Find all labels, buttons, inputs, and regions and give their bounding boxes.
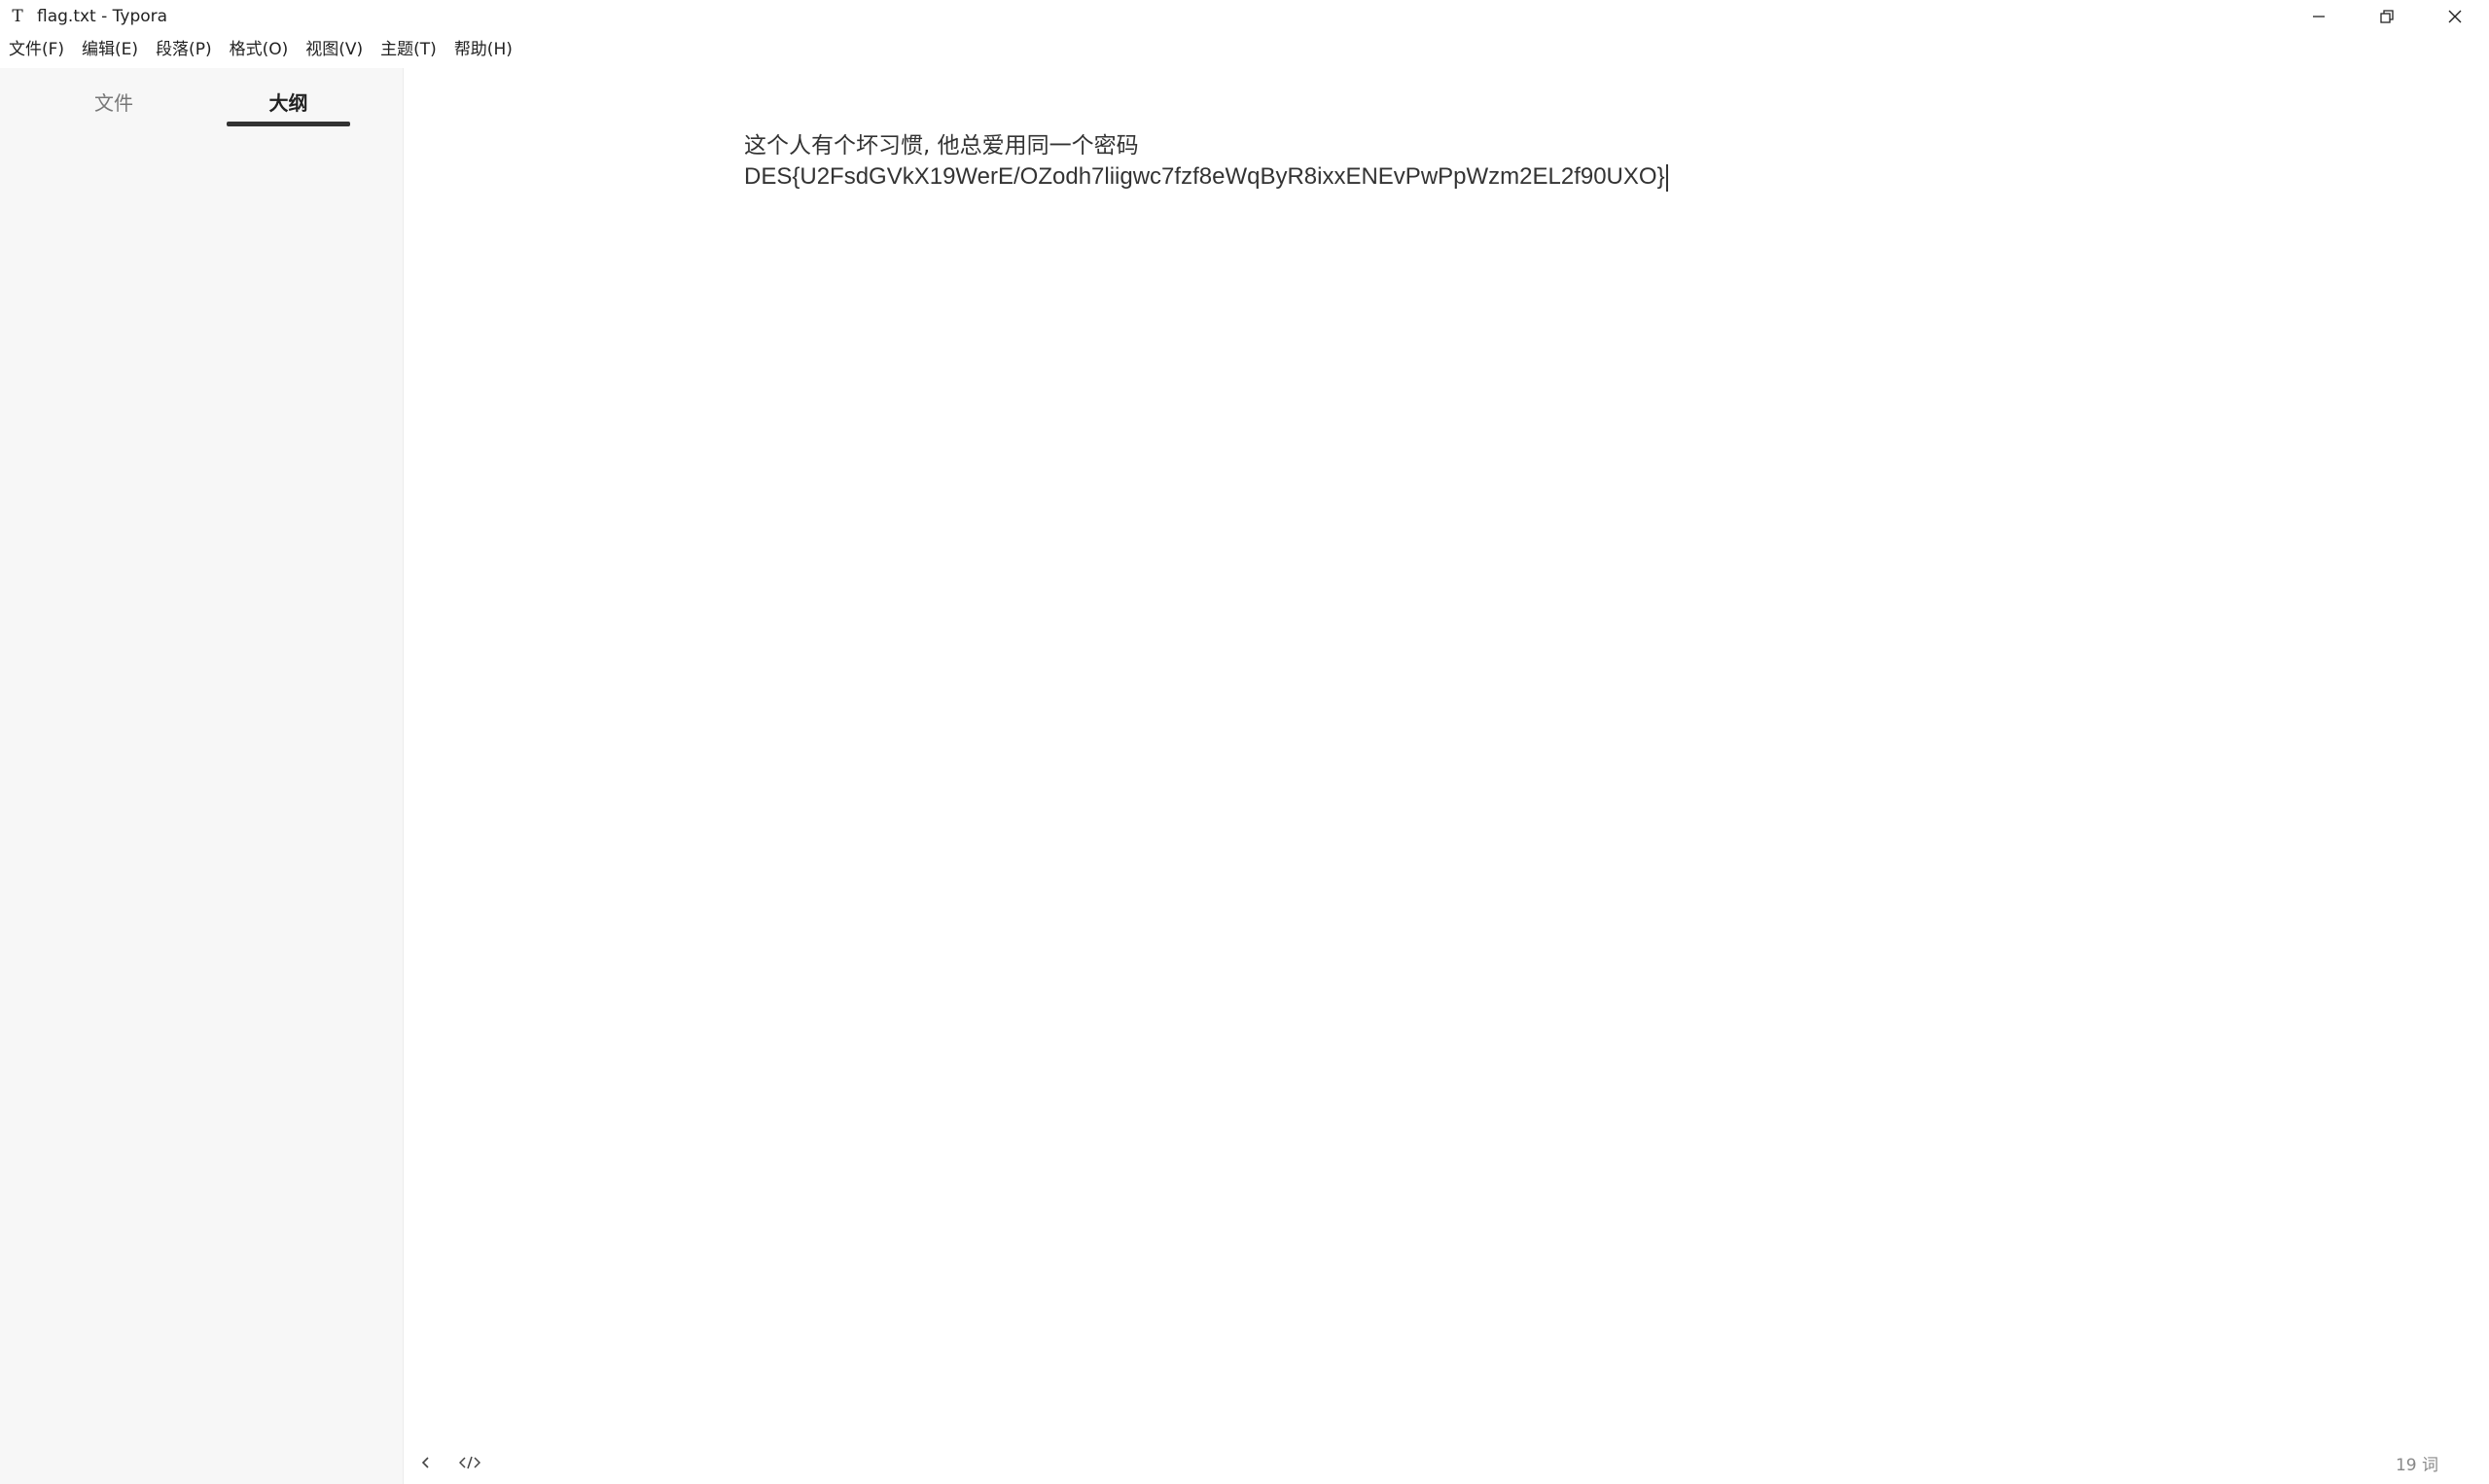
source-code-icon [459, 1456, 480, 1469]
menu-view[interactable]: 视图(V) [297, 35, 372, 64]
minimize-icon [2313, 16, 2325, 18]
word-count[interactable]: 19 词 [2396, 1451, 2438, 1475]
menu-bar: 文件(F) 编辑(E) 段落(P) 格式(O) 视图(V) 主题(T) 帮助(H… [0, 35, 521, 64]
restore-icon [2380, 10, 2394, 23]
menu-file[interactable]: 文件(F) [0, 35, 73, 64]
chevron-left-icon [421, 1457, 429, 1468]
menu-theme[interactable]: 主题(T) [372, 35, 445, 64]
document-line-text: DES{U2FsdGVkX19WerE/OZodh7liigwc7fzf8eWq… [744, 163, 1665, 190]
close-icon [2448, 10, 2462, 23]
text-cursor [1665, 163, 1668, 192]
editor-area[interactable]: 这个人有个坏习惯, 他总爱用同一个密码 DES{U2FsdGVkX19WerE/… [405, 68, 2489, 1484]
active-tab-indicator [227, 122, 350, 126]
menu-paragraph[interactable]: 段落(P) [147, 35, 221, 64]
tab-outline-label: 大纲 [268, 91, 308, 115]
tab-files-label: 文件 [94, 91, 133, 115]
document-line[interactable]: DES{U2FsdGVkX19WerE/OZodh7liigwc7fzf8eWq… [744, 163, 1668, 192]
typora-app-icon: T [12, 7, 23, 26]
sidebar: 文件 大纲 [0, 68, 404, 1484]
window-controls [2285, 0, 2489, 33]
source-code-mode-button[interactable] [455, 1448, 484, 1477]
menu-help[interactable]: 帮助(H) [445, 35, 521, 64]
window-title: flag.txt - Typora [37, 7, 168, 26]
restore-button[interactable] [2353, 0, 2421, 33]
tab-outline[interactable]: 大纲 [227, 84, 350, 126]
toggle-sidebar-button[interactable] [411, 1448, 441, 1477]
title-bar: T flag.txt - Typora [0, 0, 2489, 33]
document-line[interactable]: 这个人有个坏习惯, 他总爱用同一个密码 [744, 126, 1139, 159]
menu-format[interactable]: 格式(O) [221, 35, 298, 64]
minimize-button[interactable] [2285, 0, 2353, 33]
tab-files[interactable]: 文件 [51, 84, 177, 126]
close-button[interactable] [2421, 0, 2489, 33]
menu-edit[interactable]: 编辑(E) [73, 35, 147, 64]
